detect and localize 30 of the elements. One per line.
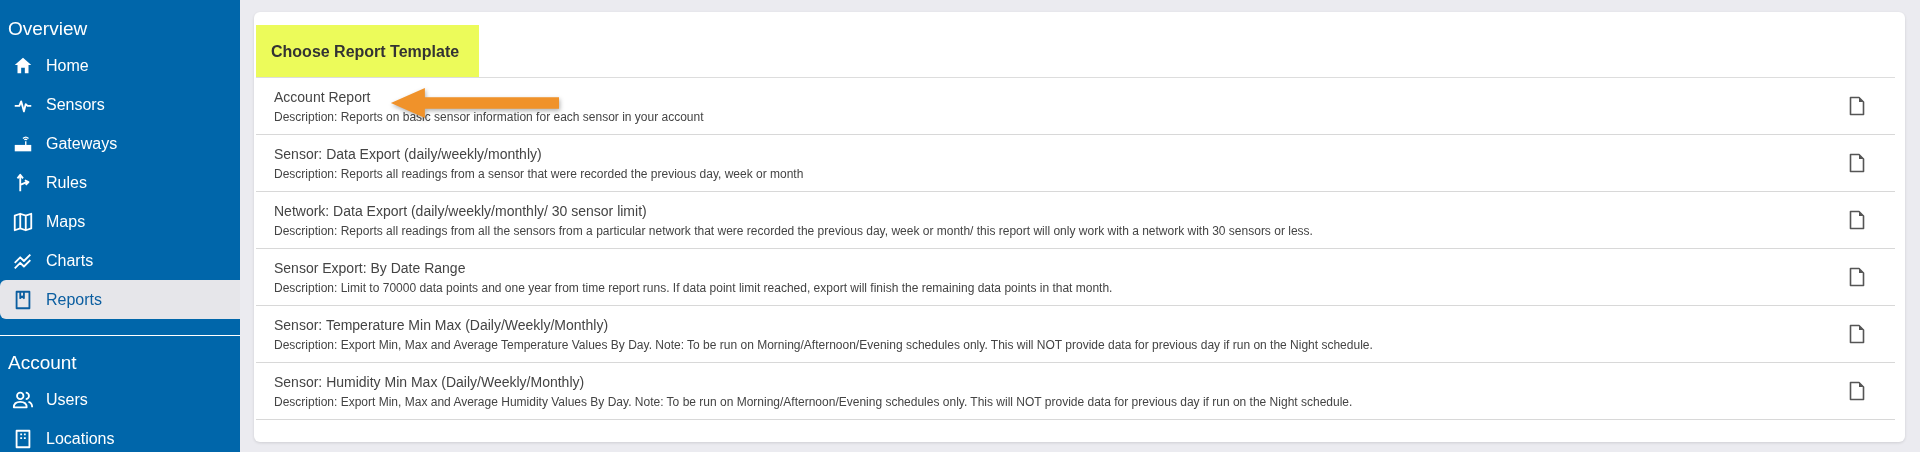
document-icon[interactable] [1849,153,1865,173]
sidebar-item[interactable]: Users [0,380,240,419]
report-name[interactable]: Network: Data Export (daily/weekly/monthly/ 30 sensor limit) [274,202,1849,219]
map-icon [12,210,34,233]
sidebar-item[interactable]: Charts [0,241,240,280]
report-name[interactable]: Sensor: Humidity Min Max (Daily/Weekly/Monthly) [274,373,1849,390]
report-name[interactable]: Sensor Export: By Date Range [274,259,1849,276]
section-heading: Account [7,351,78,375]
section-heading: Overview [7,17,89,41]
report-description: Description: Export Min, Max and Average Humidity Values By Day. Note: To be run on Morning/Afternoon/Evening schedules only. This will NOT provide data for previous day if run on the Night schedule. [274,394,1354,409]
document-icon[interactable] [1849,267,1865,287]
document-icon[interactable] [1849,381,1865,401]
sidebar-item[interactable]: Gateways [0,124,240,163]
sidebar-item[interactable]: Maps [0,202,240,241]
sidebar-item[interactable]: Rules [0,163,240,202]
document-icon[interactable] [1849,324,1865,344]
document-icon[interactable] [1849,210,1865,230]
report-name[interactable]: Account Report [274,88,1849,105]
panel-title: Choose Report Template [256,25,480,77]
report-name[interactable]: Sensor: Data Export (daily/weekly/monthly) [274,145,1849,162]
report-description: Description: Reports all readings from all the sensors from a particular network that were recorded the previous day, week or month/ this report will only work with a network with 30 sensors or less. [274,223,1314,238]
report-description: Description: Reports all readings from a sensor that were recorded the previous day, week or month [274,166,805,181]
report-description: Description: Limit to 70000 data points and one year from time report runs. If data point limit reached, export will finish the remaining data points in that month. [274,280,1114,295]
sidebar-item[interactable]: Home [0,46,240,85]
sidebar-item[interactable]: Reports [0,280,240,319]
report-description: Description: Export Min, Max and Average Temperature Values By Day. Note: To be run on Morning/Afternoon/Evening schedules only. This will NOT provide data for previous day if run on the Night schedule. [274,337,1374,352]
document-icon[interactable] [1849,96,1865,116]
sidebar-item[interactable]: Sensors [0,85,240,124]
sidebar-item[interactable]: Locations [0,419,240,452]
report-name[interactable]: Sensor: Temperature Min Max (Daily/Weekly/Monthly) [274,316,1849,333]
